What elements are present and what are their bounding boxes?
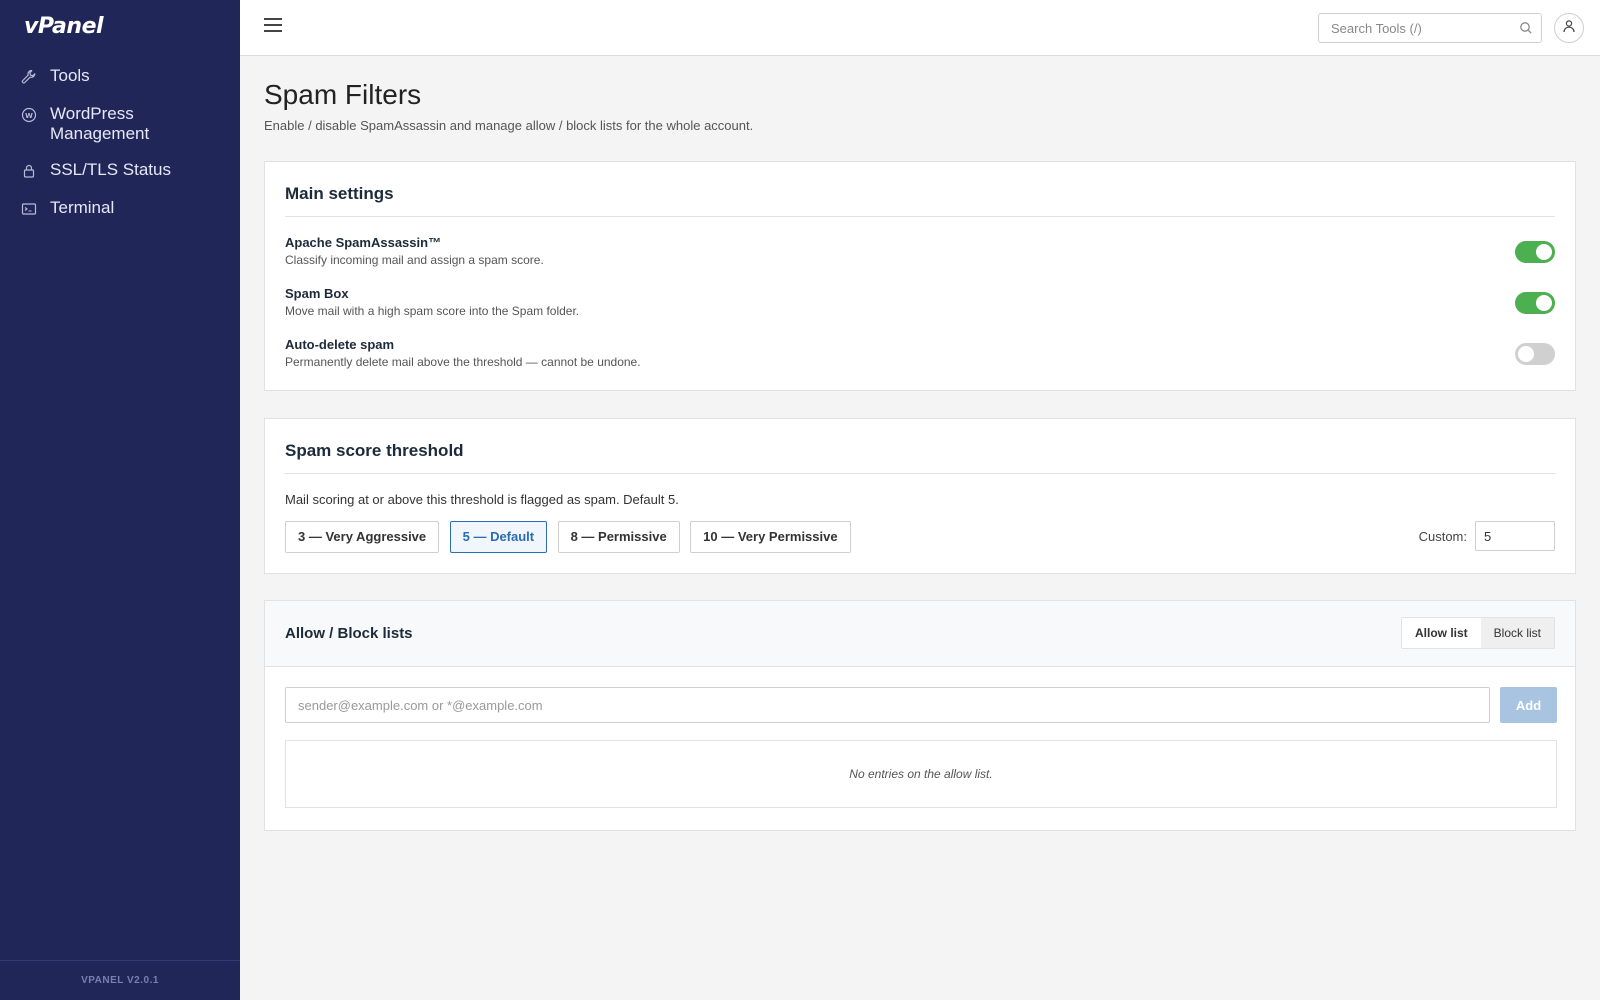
custom-threshold-input[interactable] bbox=[1475, 521, 1555, 551]
setting-spamassassin: Apache SpamAssassin™ Classify incoming m… bbox=[285, 235, 1555, 286]
empty-list-message: No entries on the allow list. bbox=[285, 740, 1557, 808]
list-tabs: Allow list Block list bbox=[1400, 617, 1555, 649]
setting-auto-delete: Auto-delete spam Permanently delete mail… bbox=[285, 337, 1555, 388]
sidebar-item-label: Terminal bbox=[50, 198, 115, 217]
threshold-option-3[interactable]: 3 — Very Aggressive bbox=[285, 521, 440, 553]
toggle-knob bbox=[1536, 295, 1552, 311]
setting-name: Auto-delete spam bbox=[285, 337, 395, 352]
allow-block-lists-card: Allow / Block lists Allow list Block lis… bbox=[264, 600, 1576, 831]
setting-spam-box: Spam Box Move mail with a high spam scor… bbox=[285, 286, 1555, 337]
user-icon bbox=[1562, 19, 1576, 38]
sidebar-item-label: Tools bbox=[50, 66, 90, 85]
svg-text:W: W bbox=[25, 112, 33, 120]
hamburger-line bbox=[264, 24, 282, 26]
user-menu-button[interactable] bbox=[1554, 13, 1584, 43]
threshold-option-8[interactable]: 8 — Permissive bbox=[557, 521, 680, 553]
sidebar-item-tools[interactable]: Tools bbox=[0, 66, 240, 88]
auto-delete-toggle[interactable] bbox=[1515, 343, 1555, 365]
wordpress-icon: W bbox=[20, 104, 38, 126]
page-title: Spam Filters bbox=[264, 79, 422, 110]
custom-threshold-label: Custom: bbox=[1418, 528, 1467, 544]
lists-header: Allow / Block lists Allow list Block lis… bbox=[265, 601, 1575, 667]
setting-description: Move mail with a high spam score into th… bbox=[285, 304, 580, 318]
threshold-options: 3 — Very Aggressive 5 — Default 8 — Perm… bbox=[285, 521, 1555, 553]
threshold-option-5[interactable]: 5 — Default bbox=[449, 521, 548, 553]
page-description: Enable / disable SpamAssassin and manage… bbox=[264, 118, 754, 133]
setting-name: Spam Box bbox=[285, 286, 349, 301]
toggle-knob bbox=[1536, 244, 1552, 260]
card-title: Allow / Block lists bbox=[285, 625, 413, 642]
main-content: Spam Filters Enable / disable SpamAssass… bbox=[264, 56, 1576, 831]
topbar bbox=[240, 0, 1600, 56]
tab-allow-list[interactable]: Allow list bbox=[1401, 618, 1481, 648]
sidebar-item-label: WordPress Management bbox=[50, 104, 150, 143]
terminal-icon bbox=[20, 198, 38, 220]
wrench-icon bbox=[20, 66, 38, 88]
setting-name: Apache SpamAssassin™ bbox=[285, 235, 442, 250]
spam-box-toggle[interactable] bbox=[1515, 292, 1555, 314]
lock-icon bbox=[20, 160, 38, 182]
app-version: VPANEL V2.0.1 bbox=[0, 960, 240, 1000]
custom-threshold: Custom: bbox=[1419, 521, 1555, 551]
menu-toggle-button[interactable] bbox=[264, 18, 282, 38]
spamassassin-toggle[interactable] bbox=[1515, 241, 1555, 263]
sidebar-item-ssl-tls[interactable]: SSL/TLS Status bbox=[0, 160, 240, 182]
threshold-option-10[interactable]: 10 — Very Permissive bbox=[690, 521, 851, 553]
card-title: Main settings bbox=[285, 162, 1555, 217]
sidebar-nav: Tools W WordPress Management SSL/TLS Sta… bbox=[0, 66, 240, 236]
sidebar-item-wordpress[interactable]: W WordPress Management bbox=[0, 104, 240, 144]
toggle-knob bbox=[1518, 346, 1534, 362]
hamburger-line bbox=[264, 30, 282, 32]
setting-description: Permanently delete mail above the thresh… bbox=[285, 355, 641, 369]
search-input[interactable] bbox=[1319, 14, 1509, 42]
tab-block-list[interactable]: Block list bbox=[1481, 618, 1554, 648]
search-box bbox=[1318, 13, 1542, 43]
setting-description: Classify incoming mail and assign a spam… bbox=[285, 253, 544, 267]
search-icon[interactable] bbox=[1519, 21, 1533, 40]
sidebar-item-label: SSL/TLS Status bbox=[50, 160, 171, 179]
sidebar: vPanel Tools W WordPress Management SSL/… bbox=[0, 0, 240, 1000]
sidebar-item-terminal[interactable]: Terminal bbox=[0, 198, 240, 220]
threshold-description: Mail scoring at or above this threshold … bbox=[285, 492, 679, 507]
main-settings-card: Main settings Apache SpamAssassin™ Class… bbox=[264, 161, 1576, 391]
spam-threshold-card: Spam score threshold Mail scoring at or … bbox=[264, 418, 1576, 574]
add-button[interactable]: Add bbox=[1500, 687, 1557, 723]
card-title: Spam score threshold bbox=[285, 419, 1555, 474]
sender-input[interactable] bbox=[285, 687, 1490, 723]
app-logo[interactable]: vPanel bbox=[24, 14, 104, 39]
hamburger-icon bbox=[264, 18, 282, 20]
add-entry-row: Add bbox=[285, 687, 1557, 723]
